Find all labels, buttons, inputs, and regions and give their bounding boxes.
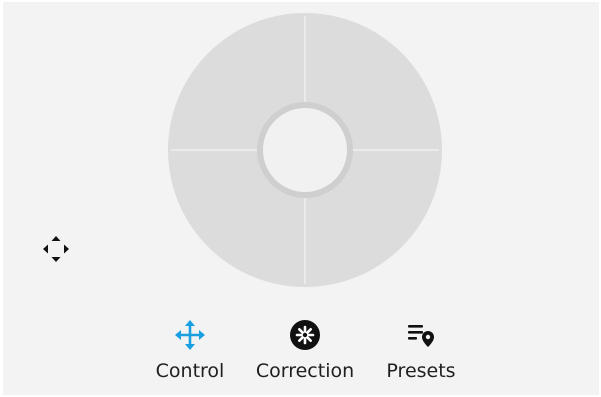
bottom-tab-bar: Control Correction Presets: [3, 318, 599, 390]
tab-correction[interactable]: Correction: [250, 318, 360, 382]
recenter-button[interactable]: [40, 233, 72, 265]
four-arrows-icon: [43, 236, 69, 262]
tab-presets[interactable]: Presets: [383, 318, 459, 382]
tab-correction-label: Correction: [255, 360, 355, 382]
tab-control-label: Control: [155, 360, 225, 382]
aperture-icon: [288, 318, 322, 352]
joystick-knob[interactable]: [257, 102, 353, 198]
joystick-pad[interactable]: [167, 12, 443, 288]
tab-control[interactable]: Control: [151, 318, 229, 382]
joystick-graphic: [168, 13, 442, 287]
list-pin-icon: [404, 318, 438, 352]
camera-control-panel: Control Correction Presets: [3, 2, 599, 395]
move-arrows-icon: [173, 318, 207, 352]
tab-presets-label: Presets: [386, 360, 456, 382]
